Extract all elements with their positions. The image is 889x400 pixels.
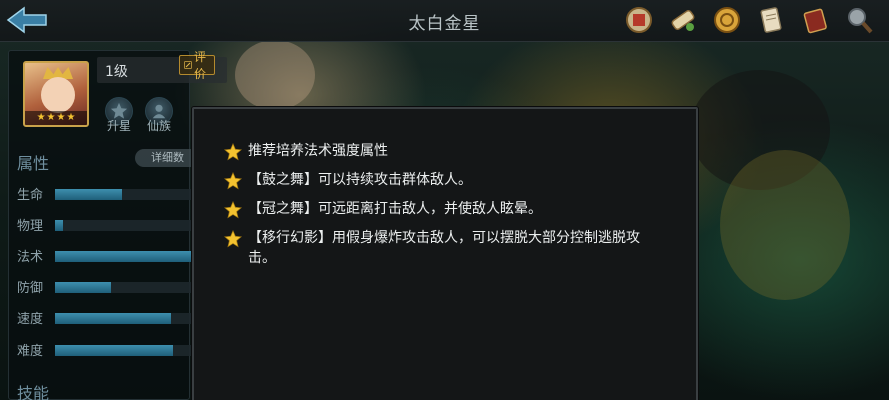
skills-title: 技能 [17, 384, 50, 400]
attribute-label: 生命 [17, 188, 44, 203]
star-bullet-icon [224, 230, 242, 248]
attribute-row: 速度 [9, 308, 191, 328]
top-bar: 太白金星 [0, 0, 889, 42]
star-up-label: 升星 [106, 119, 131, 133]
list-item: 【鼓之舞】可以持续攻击群体敌人。 [224, 170, 664, 190]
attribute-label: 法术 [17, 250, 44, 265]
star-bullet-icon [224, 143, 242, 161]
star-icon: ★ [56, 112, 66, 123]
hero-star-rating: ★ ★ ★ ★ [25, 111, 87, 125]
magnifier-icon[interactable] [843, 4, 875, 36]
scroll-icon[interactable] [667, 4, 699, 36]
star-bullet-icon [224, 172, 242, 190]
attribute-bar [55, 345, 191, 356]
tips-list: 推荐培养法术强度属性 【鼓之舞】可以持续攻击群体敌人。 【冠之舞】可远距离打击敌… [224, 141, 664, 277]
tip-text: 【鼓之舞】可以持续攻击群体敌人。 [248, 172, 472, 188]
hero-level: 1级 [105, 64, 128, 80]
tip-text: 推荐培养法术强度属性 [248, 143, 388, 159]
attribute-bar [55, 189, 191, 200]
attribute-bar-fill [55, 220, 64, 231]
attribute-row: 物理 [9, 215, 191, 235]
rate-label: 评价 [194, 50, 207, 81]
seal-icon[interactable] [623, 4, 655, 36]
attribute-bar [55, 220, 191, 231]
hero-portrait[interactable]: ★ ★ ★ ★ [23, 61, 89, 127]
attribute-bar-fill [55, 282, 111, 293]
attribute-bar-fill [55, 189, 122, 200]
star-icon: ★ [66, 112, 76, 123]
clan-button[interactable]: 仙族 [141, 97, 177, 137]
attribute-label: 物理 [17, 219, 44, 234]
edit-icon [184, 61, 192, 69]
hero-tips-dialog: 推荐培养法术强度属性 【鼓之舞】可以持续攻击群体敌人。 【冠之舞】可远距离打击敌… [192, 107, 698, 400]
attribute-label: 速度 [17, 312, 44, 327]
attributes-header: 属性 详细数 [9, 147, 205, 173]
star-up-button[interactable]: 升星 [101, 97, 137, 137]
tip-text: 【移行幻影】用假身爆炸攻击敌人，可以摆脱大部分控制逃脱攻击。 [248, 230, 640, 266]
attribute-row: 防御 [9, 277, 191, 297]
hero-info-panel: ★ ★ ★ ★ 1级 评价 升星 仙族 属性 详细数 生命 物理 法术 防御 速… [8, 50, 227, 400]
skills-header: 技能 [9, 377, 191, 400]
attributes-title: 属性 [17, 154, 50, 173]
list-item: 【移行幻影】用假身爆炸攻击敌人，可以摆脱大部分控制逃脱攻击。 [224, 228, 664, 268]
attribute-row: 生命 [9, 184, 191, 204]
star-icon: ★ [46, 112, 56, 123]
tip-text: 【冠之舞】可远距离打击敌人，并使敌人眩晕。 [248, 201, 542, 217]
attribute-bar-fill [55, 345, 174, 356]
star-icon: ★ [36, 112, 46, 123]
clan-label: 仙族 [146, 119, 171, 133]
list-item: 【冠之舞】可远距离打击敌人，并使敌人眩晕。 [224, 199, 664, 219]
portrait-face [41, 77, 75, 113]
attribute-bar-fill [55, 313, 171, 324]
book-icon[interactable] [799, 4, 831, 36]
background-highlight [720, 150, 850, 300]
attribute-row: 难度 [9, 340, 191, 360]
star-bullet-icon [224, 201, 242, 219]
parchment-icon[interactable] [755, 4, 787, 36]
attribute-bar [55, 251, 191, 262]
attribute-label: 难度 [17, 344, 44, 359]
attribute-bar [55, 282, 191, 293]
attribute-row: 法术 [9, 246, 191, 266]
list-item: 推荐培养法术强度属性 [224, 141, 664, 161]
coin-icon[interactable] [711, 4, 743, 36]
background-figure [235, 40, 315, 110]
rate-button[interactable]: 评价 [179, 50, 216, 81]
attribute-label: 防御 [17, 281, 44, 296]
attribute-bar-fill [55, 251, 191, 262]
toolbar-icons [623, 4, 875, 36]
attribute-bar [55, 313, 191, 324]
